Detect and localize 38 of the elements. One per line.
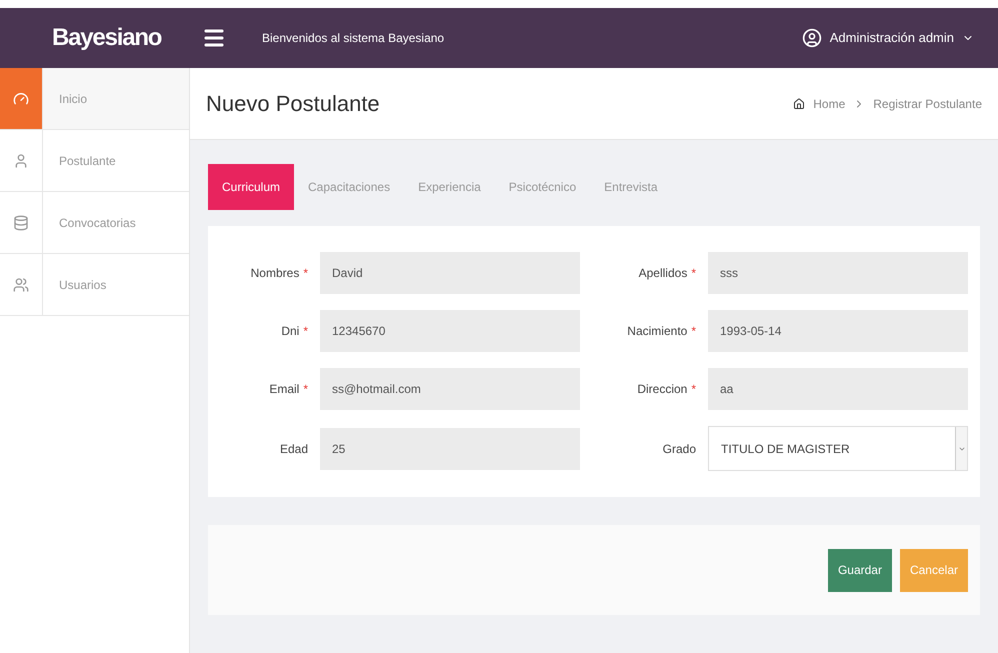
users-icon [13, 276, 29, 292]
field-label: Nacimiento * [626, 323, 696, 340]
field-label: Direccion * [636, 381, 696, 398]
welcome-text: Bienvenidos al sistema Bayesiano [262, 30, 444, 47]
input-field[interactable]: David [320, 252, 580, 294]
sidebar-item[interactable]: Inicio [0, 68, 189, 130]
breadcrumb-current: Registrar Postulante [873, 96, 982, 112]
dashboard-icon [13, 90, 29, 106]
user-menu[interactable]: Administración admin [802, 28, 974, 48]
tab[interactable]: Curriculum [208, 164, 294, 210]
brand-logo[interactable]: Bayesiano [52, 24, 162, 51]
sidebar-item[interactable]: Usuarios [0, 254, 189, 316]
avatar-icon [802, 28, 822, 48]
input-field[interactable]: aa [708, 368, 968, 410]
input-field[interactable]: 12345670 [320, 310, 580, 352]
home-icon [793, 98, 806, 110]
sidebar-item[interactable]: Convocatorias [0, 192, 189, 254]
user-icon [13, 152, 29, 168]
input-field[interactable]: sss [708, 252, 968, 294]
field-label: Edad [278, 440, 308, 458]
field-label: Apellidos * [638, 265, 696, 282]
field-label: Email * [268, 381, 308, 398]
input-field[interactable]: ss@hotmail.com [320, 368, 580, 410]
input-field[interactable]: 1993-05-14 [708, 310, 968, 352]
database-icon [13, 214, 29, 230]
page-title: Nuevo Postulante [206, 90, 380, 118]
field-label: Dni * [280, 323, 308, 340]
save-button[interactable]: Guardar [828, 548, 892, 592]
field-label: Grado [662, 440, 696, 458]
input-field[interactable]: 25 [320, 428, 580, 470]
tab[interactable]: Entrevista [590, 164, 672, 210]
tab[interactable]: Psicotécnico [494, 164, 590, 210]
breadcrumb-link[interactable]: Home [813, 94, 846, 112]
tab[interactable]: Capacitaciones [294, 164, 404, 210]
field-label: Nombres * [250, 265, 308, 282]
sidebar-item[interactable]: Postulante [0, 130, 189, 192]
select-field[interactable]: TITULO DE MAGISTER [708, 426, 968, 471]
tab[interactable]: Experiencia [404, 164, 495, 210]
